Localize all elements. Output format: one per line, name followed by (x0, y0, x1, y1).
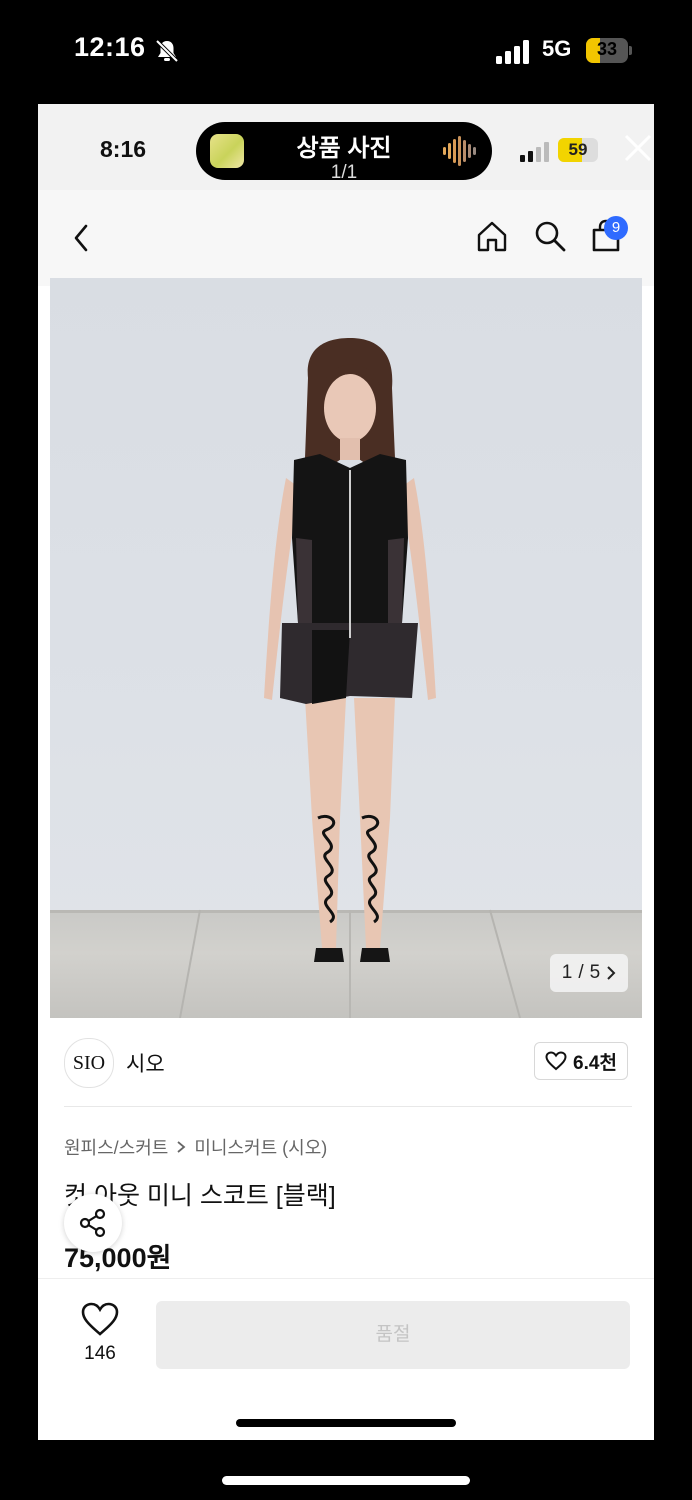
bottom-action-bar: 146 품절 (38, 1278, 654, 1440)
breadcrumb-category[interactable]: 원피스/스커트 (64, 1134, 168, 1160)
gallery-current: 1 (561, 962, 573, 983)
seller-logo[interactable]: SIO (64, 1038, 114, 1088)
battery-percent: 33 (596, 39, 618, 59)
gallery-total: 5 (589, 962, 601, 983)
inner-battery-percent: 59 (568, 140, 588, 159)
home-icon[interactable] (474, 218, 510, 254)
product-photo[interactable]: 1 / 5 (50, 278, 642, 1018)
battery-indicator: 33 (586, 38, 632, 64)
close-icon[interactable] (622, 132, 654, 164)
inner-battery: 59 (558, 138, 598, 162)
search-icon[interactable] (532, 218, 568, 254)
wishlist-count: 146 (84, 1343, 116, 1364)
wishlist-heart-icon[interactable] (80, 1301, 120, 1337)
top-navigation: 9 (38, 190, 654, 286)
back-chevron-icon[interactable] (68, 220, 96, 256)
dynamic-island[interactable]: 상품 사진 1/1 (196, 122, 492, 183)
cell-signal-icon (496, 40, 529, 64)
device-clock: 12:16 (74, 32, 146, 62)
gallery-separator: / (578, 962, 584, 983)
inner-signal-icon (520, 142, 549, 162)
model-figure-image (179, 338, 521, 1018)
sold-out-button[interactable]: 품절 (156, 1301, 630, 1369)
app-screen: 8:16 상품 사진 1/1 59 9 1 / 5 SIO 시오 6.4천 원피… (38, 104, 654, 1440)
inner-clock: 8:16 (100, 136, 147, 162)
seller-like-button[interactable]: 6.4천 (534, 1042, 628, 1080)
breadcrumb-chevron-icon (177, 1141, 186, 1153)
section-divider (64, 1106, 632, 1107)
share-button[interactable] (64, 1194, 122, 1252)
network-type: 5G (542, 36, 572, 61)
audio-wave-icon (443, 136, 476, 166)
breadcrumb: 원피스/스커트 미니스커트 (시오) (64, 1134, 327, 1160)
gallery-pager-button[interactable]: 1 / 5 (550, 954, 628, 992)
heart-outline-icon (545, 1051, 567, 1071)
share-icon (79, 1208, 106, 1238)
inner-home-indicator (236, 1419, 456, 1427)
breadcrumb-subcategory[interactable]: 미니스커트 (시오) (194, 1134, 327, 1160)
inner-status-bar: 8:16 상품 사진 1/1 59 (38, 104, 654, 190)
cart-count-badge: 9 (604, 216, 628, 240)
bell-muted-icon (155, 39, 179, 63)
home-indicator[interactable] (222, 1476, 470, 1485)
chevron-right-icon (607, 966, 616, 980)
seller-like-count: 6.4천 (573, 1052, 617, 1074)
seller-name[interactable]: 시오 (126, 1048, 165, 1078)
